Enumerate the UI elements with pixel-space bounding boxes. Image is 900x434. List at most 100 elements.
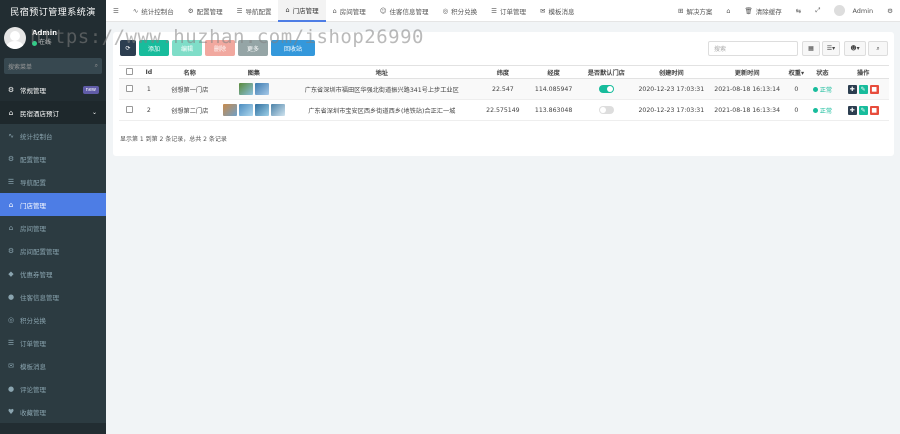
language-button[interactable]: ⇆ [789,0,808,22]
sidebar-item-comments[interactable]: ● 评论管理 [0,377,106,400]
col-weight[interactable]: 权重▾ [785,65,808,79]
user-icon: ☺ [379,6,387,15]
col-id[interactable]: Id [139,65,158,79]
sidebar-item-room-config[interactable]: ⚙ 房间配置管理 [0,239,106,262]
drag-button[interactable]: ✚ [847,105,857,115]
store-panel: ⟳ 添加 编辑 删除 更多 回收站 搜索 ▦ ☰▾ ☻▾ ⌕ Id 名称 图集 … [113,32,894,156]
sidebar-item-dashboard[interactable]: ∿ 统计控制台 [0,124,106,147]
advanced-search-button[interactable]: ⌕ [868,41,888,56]
cell-created: 2020-12-23 17:03:31 [633,99,710,121]
search-input[interactable]: 搜索 [708,41,798,56]
sidebar-item-templates[interactable]: ✉ 模板消息 [0,354,106,377]
cell-lng: 114.085947 [528,78,580,100]
user-menu[interactable]: Admin [827,0,880,22]
tab-templates[interactable]: ✉ 模板消息 [533,0,581,22]
tab-config[interactable]: ⚙ 配置管理 [181,0,230,22]
row-checkbox[interactable] [119,78,140,100]
tab-rooms[interactable]: ⌂ 房间管理 [326,0,373,22]
tab-points[interactable]: ◎ 积分兑换 [436,0,485,22]
sidebar-item-favorites[interactable]: ♥ 收藏管理 [0,400,106,423]
col-status: 状态 [807,65,838,79]
col-actions: 操作 [837,65,889,79]
status-badge[interactable]: 正常 [812,85,832,94]
solution-link[interactable]: ⊞ 解决方案 [671,0,719,22]
cog-icon: ⚙ [187,6,194,15]
sidebar-item-stores[interactable]: ⌂ 门店管理 [0,193,106,216]
user-status: 在线 [32,38,57,48]
gears-icon: ⚙ [887,6,893,15]
mail-icon: ✉ [540,6,546,15]
col-created: 创建时间 [633,65,710,79]
sidebar-item-homestay[interactable]: ⌂ 民宿酒店预订 ⌄ [0,101,106,124]
store-image[interactable] [238,83,253,95]
store-image[interactable] [254,104,269,116]
table-row: 1 创想第一门店 广东省深圳市福田区华强北街道振兴路341号上步工业区 22.5… [119,78,889,100]
move-icon: ✚ [849,85,855,93]
sidebar-item-orders[interactable]: ☰ 订单管理 [0,331,106,354]
fullscreen-button[interactable]: ⤢ [808,0,827,22]
col-lat: 纬度 [477,65,529,79]
status-badge[interactable]: 正常 [812,106,832,115]
edit-button[interactable]: 编辑 [172,40,202,56]
refresh-icon: ⟳ [125,44,131,52]
store-image[interactable] [222,104,237,116]
user-icon: ● [7,292,15,301]
sidebar-item-coupons[interactable]: ◆ 优惠券管理 [0,262,106,285]
sidebar-search[interactable]: 搜索菜单 ⌕ [4,58,102,74]
tab-orders[interactable]: ☰ 订单管理 [484,0,533,22]
tab-stores[interactable]: ⌂ 门店管理 [278,0,326,22]
tab-nav[interactable]: ☰ 导航配置 [230,0,279,22]
table-row: 2 创想第二门店 广东省深圳市宝安区西乡街道西乡(地铁站)合正汇一城 22.57… [119,99,889,121]
user-icon: ☻▾ [850,45,860,52]
row-checkbox[interactable] [119,99,140,121]
tab-guests[interactable]: ☺ 住客信息管理 [373,0,436,22]
row-edit-button[interactable]: ✎ [858,105,868,115]
sitemap-icon: ⊞ [677,6,684,15]
sidebar-item-config[interactable]: ⚙ 配置管理 [0,147,106,170]
cell-name: 创想第二门店 [157,99,222,121]
sidebar-item-points[interactable]: ◎ 积分兑换 [0,308,106,331]
drag-button[interactable]: ✚ [847,84,857,94]
row-delete-button[interactable]: ■ [869,84,879,94]
store-image[interactable] [254,83,269,95]
user-panel: Admin 在线 [0,22,106,54]
sidebar-item-guests[interactable]: ● 住客信息管理 [0,285,106,308]
fullscreen-icon: ⤢ [815,6,821,14]
store-table: Id 名称 图集 地址 纬度 经度 是否默认门店 创建时间 更新时间 权重▾ 状… [119,65,889,121]
sidebar-item-rooms[interactable]: ⌂ 房间管理 [0,216,106,239]
delete-button[interactable]: 删除 [205,40,235,56]
export-button[interactable]: ☻▾ [844,41,866,56]
tag-icon: ◆ [8,269,14,278]
tab-dashboard[interactable]: ∿ 统计控制台 [126,0,181,22]
sidebar-toggle[interactable]: ☰ [106,0,126,22]
refresh-button[interactable]: ⟳ [120,40,136,56]
toggle-view-button[interactable]: ▦ [802,41,820,56]
settings-button[interactable]: ⚙ [880,0,900,22]
list-icon: ☰ [236,6,243,15]
more-button[interactable]: 更多 [238,40,268,56]
bank-icon: ⌂ [285,5,290,14]
col-lng: 经度 [528,65,580,79]
columns-button[interactable]: ☰▾ [822,41,840,56]
cell-actions: ✚ ✎ ■ [837,99,889,121]
default-toggle[interactable] [598,106,614,114]
avatar [4,27,26,49]
chart-icon: ∿ [132,6,139,15]
add-button[interactable]: 添加 [139,40,169,56]
cell-status: 正常 [807,78,838,100]
sidebar-item-nav[interactable]: ☰ 导航配置 [0,170,106,193]
gear-icon: ⚙ [7,85,15,94]
row-edit-button[interactable]: ✎ [858,84,868,94]
columns-icon: ☰▾ [826,45,836,52]
default-toggle[interactable] [598,85,614,93]
recycle-bin-button[interactable]: 回收站 [271,40,315,56]
online-dot-icon [32,40,37,46]
store-image[interactable] [238,104,253,116]
select-all-checkbox[interactable] [119,65,140,79]
sidebar-item-general[interactable]: ⚙ 常规管理 new [0,78,106,101]
cell-id: 1 [139,78,158,100]
store-image[interactable] [270,104,285,116]
home-button[interactable]: ⌂ [719,0,737,22]
row-delete-button[interactable]: ■ [869,105,879,115]
clear-cache-button[interactable]: 🗑 清除缓存 [738,0,789,22]
